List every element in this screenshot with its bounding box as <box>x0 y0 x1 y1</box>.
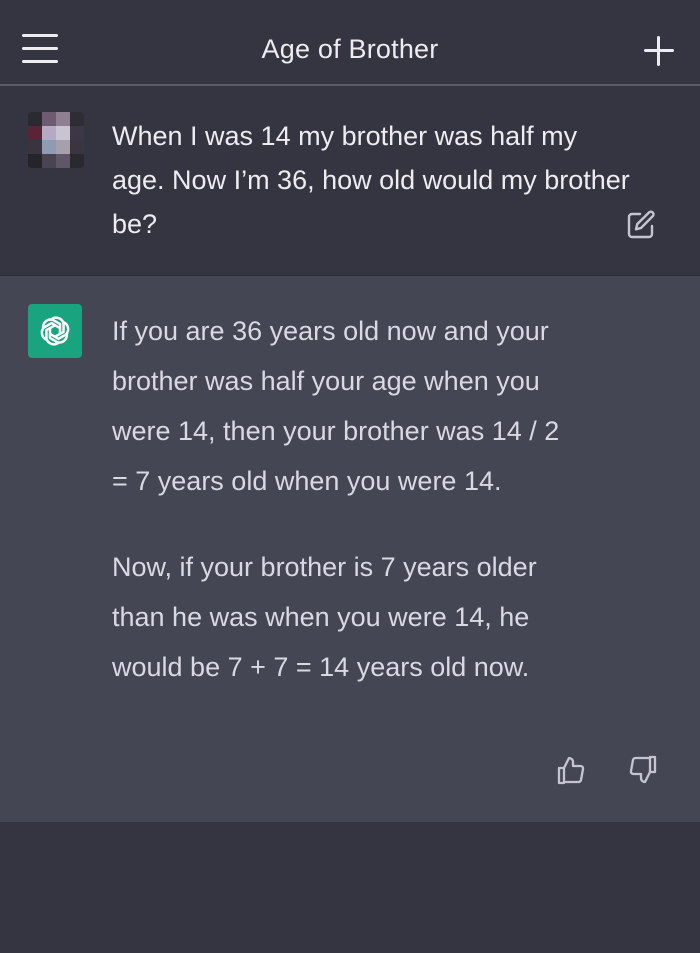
plus-icon[interactable] <box>644 36 674 66</box>
assistant-paragraph: Now, if your brother is 7 years older th… <box>112 552 537 682</box>
assistant-message-text: If you are 36 years old now and your bro… <box>112 306 572 692</box>
thumbs-down-icon[interactable] <box>627 754 659 786</box>
chatgpt-logo-icon <box>28 304 82 358</box>
edit-icon[interactable] <box>626 210 656 240</box>
assistant-paragraph: If you are 36 years old now and your bro… <box>112 316 560 496</box>
user-message-text: When I was 14 my brother was half my age… <box>112 121 630 239</box>
page-title: Age of Brother <box>261 34 439 64</box>
assistant-message: If you are 36 years old now and your bro… <box>0 276 700 822</box>
top-bar: Age of Brother <box>0 0 700 86</box>
user-message: When I was 14 my brother was half my age… <box>0 86 700 276</box>
empty-bottom-area <box>0 822 700 953</box>
thumbs-up-icon[interactable] <box>555 754 587 786</box>
avatar <box>28 112 84 168</box>
